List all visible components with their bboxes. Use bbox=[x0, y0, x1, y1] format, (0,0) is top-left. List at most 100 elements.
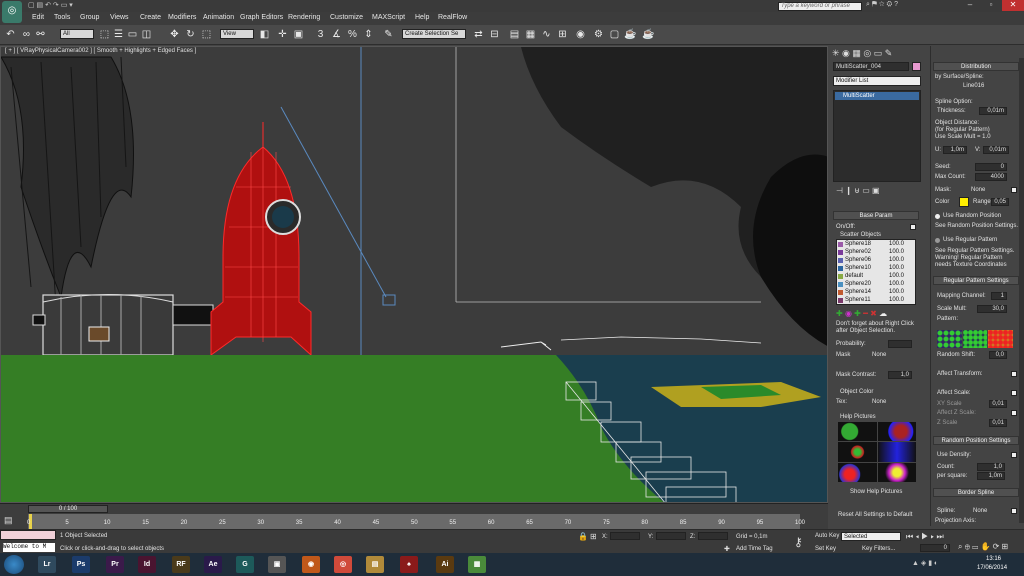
add-time-tag-icon[interactable]: ✚ bbox=[724, 545, 730, 553]
taskbar-app-icon[interactable]: Ai bbox=[436, 556, 454, 573]
regular-pattern-header[interactable]: Regular Pattern Settings bbox=[933, 276, 1019, 285]
seed-field[interactable]: 0 bbox=[975, 163, 1007, 171]
close-icon[interactable]: ✕ bbox=[1002, 0, 1024, 11]
list-item[interactable]: Sphere14 100.0 bbox=[837, 289, 915, 297]
help-icons[interactable]: ⌕ ⚑ ☆ ⚙ ? bbox=[866, 1, 898, 9]
help-thumbnail[interactable] bbox=[838, 422, 877, 442]
snap-icon[interactable]: 3 bbox=[314, 28, 327, 41]
menu-edit[interactable]: Edit bbox=[32, 14, 44, 21]
select-by-name-icon[interactable]: ☰ bbox=[112, 28, 125, 41]
taskbar-app-icon[interactable]: RF bbox=[172, 556, 190, 573]
probability-field[interactable] bbox=[888, 340, 912, 348]
z-field[interactable] bbox=[698, 532, 728, 540]
border-spline-header[interactable]: Border Spline bbox=[933, 488, 1019, 497]
time-slider[interactable]: 0 / 100 bbox=[28, 505, 108, 513]
taskbar-app-icon[interactable]: G bbox=[236, 556, 254, 573]
menu-animation[interactable]: Animation bbox=[203, 14, 234, 21]
key-filters-button[interactable]: Key Filters... bbox=[862, 546, 895, 552]
scale-icon[interactable]: ⬚ bbox=[200, 28, 213, 41]
taskbar-app-icon[interactable]: Pr bbox=[106, 556, 124, 573]
x-field[interactable] bbox=[610, 532, 640, 540]
render-setup-icon[interactable]: ⚙ bbox=[592, 28, 605, 41]
undo-icon[interactable]: ↶ bbox=[4, 28, 17, 41]
navigation-icons[interactable]: ⌕ ⊕ ▭ ✋ ⟳ ⊞ bbox=[958, 542, 1008, 552]
render-iterative-icon[interactable]: ☕ bbox=[642, 28, 655, 41]
select-icon[interactable]: ⬚ bbox=[98, 28, 111, 41]
max-count-field[interactable]: 4000 bbox=[975, 173, 1007, 181]
stack-item[interactable]: MultiScatter bbox=[835, 92, 919, 100]
mask-contrast-field[interactable]: 1,0 bbox=[888, 371, 912, 379]
z-scale-field[interactable]: 0,01 bbox=[989, 419, 1007, 427]
curve-editor-icon[interactable]: ∿ bbox=[540, 28, 553, 41]
scatter-objects-list[interactable]: Sphere18 100.0 Sphere02 100.0 Sphere06 100.… bbox=[836, 239, 916, 305]
random-shift-field[interactable]: 0,0 bbox=[989, 351, 1007, 359]
object-color-swatch[interactable] bbox=[912, 62, 921, 71]
pattern-swatch[interactable] bbox=[937, 330, 962, 348]
object-name-field[interactable]: MultiScatter_004 bbox=[833, 62, 909, 71]
spline-checkbox[interactable] bbox=[1011, 508, 1017, 514]
key-mode-dropdown[interactable]: Selected bbox=[841, 532, 901, 541]
menu-graph-editors[interactable]: Graph Editors bbox=[240, 14, 283, 21]
minimize-icon[interactable]: – bbox=[960, 0, 980, 11]
menu-realflow[interactable]: RealFlow bbox=[438, 14, 467, 21]
menu-views[interactable]: Views bbox=[110, 14, 129, 21]
playback-controls[interactable]: ⏮ ◂ ▶ ▸ ⏭ bbox=[906, 532, 944, 542]
affect-scale-checkbox[interactable] bbox=[1011, 390, 1017, 396]
selection-lock-icon[interactable]: 🔒 bbox=[578, 532, 588, 541]
keyboard-shortcut-icon[interactable]: ▣ bbox=[292, 28, 305, 41]
mask-button[interactable]: None bbox=[872, 352, 886, 358]
list-item[interactable]: Sphere06 100.0 bbox=[837, 257, 915, 265]
u-field[interactable]: 1,0m bbox=[943, 146, 967, 154]
list-item[interactable]: default 100.0 bbox=[837, 273, 915, 281]
menu-create[interactable]: Create bbox=[140, 14, 161, 21]
align-icon[interactable]: ⊟ bbox=[488, 28, 501, 41]
help-thumbnail[interactable] bbox=[838, 442, 877, 462]
color-swatch[interactable] bbox=[959, 197, 969, 207]
menu-customize[interactable]: Customize bbox=[330, 14, 363, 21]
taskbar-app-icon[interactable]: Ps bbox=[72, 556, 90, 573]
distribution-header[interactable]: Distribution bbox=[933, 62, 1019, 71]
maximize-icon[interactable]: ▫ bbox=[981, 0, 1001, 11]
list-item[interactable]: Sphere10 100.0 bbox=[837, 265, 915, 273]
use-random-position-radio[interactable] bbox=[935, 214, 940, 219]
rollout-scrollbar[interactable] bbox=[1019, 58, 1024, 523]
pattern-swatch[interactable] bbox=[988, 330, 1013, 348]
schematic-view-icon[interactable]: ⊞ bbox=[556, 28, 569, 41]
menu-tools[interactable]: Tools bbox=[54, 14, 70, 21]
help-pictures-thumbnails[interactable] bbox=[838, 422, 916, 482]
taskbar-app-icon[interactable]: ◉ bbox=[302, 556, 320, 573]
maxscript-listener[interactable] bbox=[0, 530, 56, 540]
percent-snap-icon[interactable]: % bbox=[346, 28, 359, 41]
current-frame-field[interactable]: 0 bbox=[920, 544, 950, 552]
mask-button[interactable]: None bbox=[971, 187, 985, 193]
y-field[interactable] bbox=[656, 532, 686, 540]
pivot-icon[interactable]: ◧ bbox=[258, 28, 271, 41]
app-logo-icon[interactable]: ◎ bbox=[2, 1, 22, 23]
spinner-snap-icon[interactable]: ⇕ bbox=[362, 28, 375, 41]
taskbar-app-icon[interactable]: ◎ bbox=[334, 556, 352, 573]
use-density-checkbox[interactable] bbox=[1011, 452, 1017, 458]
absolute-mode-icon[interactable]: ⊞ bbox=[590, 532, 597, 541]
help-thumbnail[interactable] bbox=[877, 422, 916, 442]
per-square-field[interactable]: 1,0m bbox=[977, 472, 1005, 480]
affect-transform-checkbox[interactable] bbox=[1011, 371, 1017, 377]
xy-scale-field[interactable]: 0,01 bbox=[989, 400, 1007, 408]
add-time-tag[interactable]: Add Time Tag bbox=[736, 546, 773, 552]
edit-named-selection-icon[interactable]: ✎ bbox=[382, 28, 395, 41]
rect-selection-icon[interactable]: ▭ bbox=[126, 28, 139, 41]
clock-date[interactable]: 17/06/2014 bbox=[977, 565, 1007, 571]
list-item[interactable]: Sphere11 100.0 bbox=[837, 297, 915, 305]
show-help-pictures-button[interactable]: Show Help Pictures bbox=[850, 489, 902, 495]
auto-key-button[interactable]: Auto Key bbox=[815, 533, 839, 539]
list-item[interactable]: Sphere20 100.0 bbox=[837, 281, 915, 289]
mask-checkbox[interactable] bbox=[1011, 187, 1017, 193]
menu-rendering[interactable]: Rendering bbox=[288, 14, 320, 21]
tray-icons[interactable]: ▲ ◈ ▮ ◐ bbox=[912, 559, 938, 567]
list-item[interactable]: Sphere02 100.0 bbox=[837, 249, 915, 257]
render-icon[interactable]: ☕ bbox=[624, 28, 637, 41]
on-off-checkbox[interactable] bbox=[910, 224, 916, 230]
v-field[interactable]: 0,01m bbox=[983, 146, 1009, 154]
key-icon[interactable]: ⚷ bbox=[794, 535, 803, 549]
taskbar-app-icon[interactable]: ▦ bbox=[468, 556, 486, 573]
unlink-icon[interactable]: ⚯ bbox=[34, 28, 47, 41]
